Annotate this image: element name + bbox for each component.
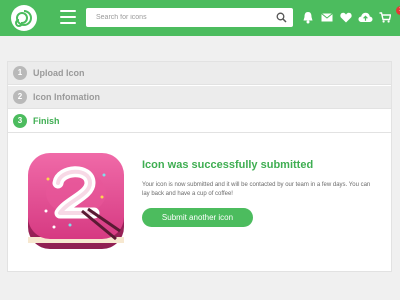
step-icon-information[interactable]: 2 Icon Infomation — [8, 86, 391, 109]
submitted-app-icon — [28, 153, 124, 249]
submission-panel: 1 Upload Icon 2 Icon Infomation 3 Finish — [7, 61, 392, 272]
mail-icon[interactable] — [321, 13, 333, 22]
success-title: Icon was successfully submitted — [142, 159, 314, 171]
step-finish[interactable]: 3 Finish — [8, 110, 391, 133]
step-number: 2 — [13, 90, 27, 104]
step-upload-icon[interactable]: 1 Upload Icon — [8, 62, 391, 85]
bell-icon[interactable] — [302, 11, 314, 24]
cart-icon[interactable] — [379, 12, 391, 23]
step-label: Finish — [33, 116, 60, 126]
search-input[interactable] — [96, 8, 266, 27]
top-header: 1 — [0, 0, 400, 36]
submit-another-icon-button[interactable]: Submit another icon — [142, 208, 253, 227]
step-number: 3 — [13, 114, 27, 128]
snail-logo-icon[interactable] — [11, 5, 37, 31]
step-number: 1 — [13, 66, 27, 80]
heart-icon[interactable] — [340, 12, 352, 23]
step-label: Upload Icon — [33, 68, 85, 78]
search-icon[interactable] — [276, 12, 287, 23]
search-bar — [86, 8, 293, 27]
cloud-upload-icon[interactable] — [358, 12, 373, 23]
success-message: Your icon is now submitted and it will b… — [142, 182, 371, 197]
step-label: Icon Infomation — [33, 92, 100, 102]
cart-count-badge: 1 — [396, 6, 400, 15]
menu-icon[interactable] — [60, 10, 76, 24]
